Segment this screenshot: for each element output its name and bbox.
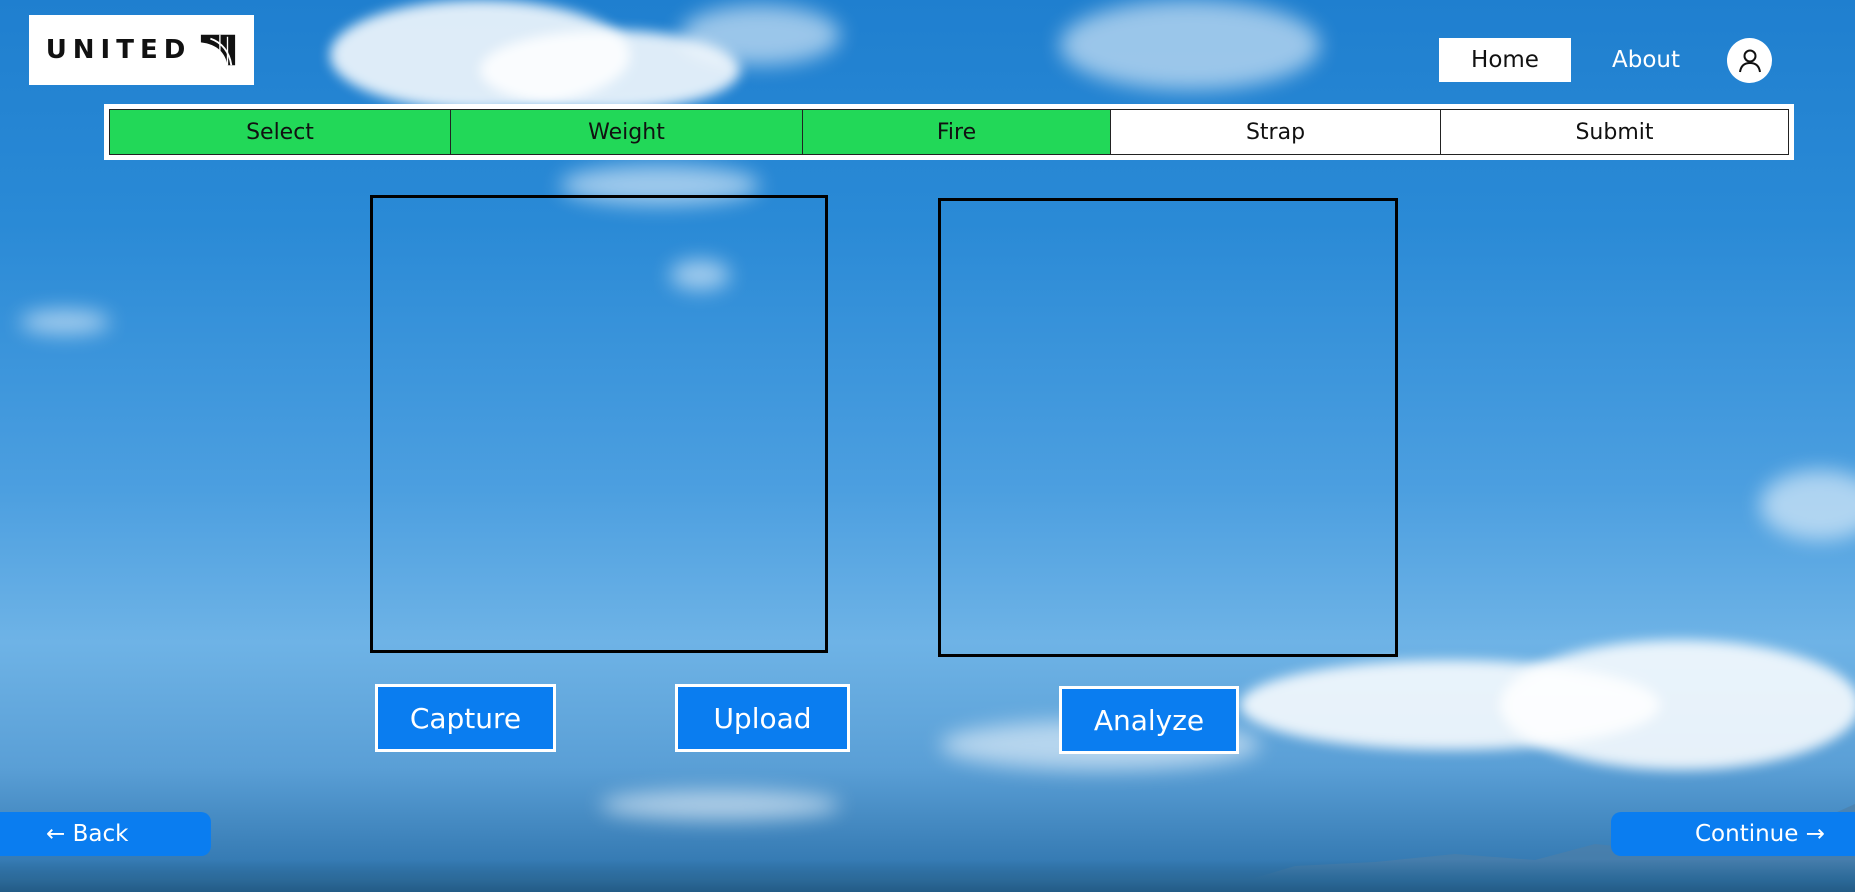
step-fire: Fire <box>803 110 1111 154</box>
horizon-decoration <box>0 860 1855 892</box>
analysis-result-frame <box>938 198 1398 657</box>
nav-home-link[interactable]: Home <box>1439 38 1571 82</box>
step-select: Select <box>110 110 451 154</box>
united-logo[interactable]: UNITED <box>29 15 254 85</box>
profile-button[interactable] <box>1727 38 1772 83</box>
step-weight: Weight <box>451 110 803 154</box>
cloud-decoration <box>680 5 840 65</box>
captured-image-frame <box>370 195 828 653</box>
capture-button[interactable]: Capture <box>375 684 556 752</box>
user-icon <box>1738 49 1761 72</box>
cloud-decoration <box>600 790 840 820</box>
cloud-decoration <box>1760 470 1855 540</box>
page-background: UNITED Home About Select Weight Fire Str… <box>0 0 1855 892</box>
continue-button[interactable]: Continue → <box>1611 812 1855 856</box>
step-strap: Strap <box>1111 110 1441 154</box>
step-submit: Submit <box>1441 110 1788 154</box>
cloud-decoration <box>20 310 110 334</box>
back-button[interactable]: ← Back <box>0 812 211 856</box>
upload-button[interactable]: Upload <box>675 684 850 752</box>
cloud-decoration <box>1500 640 1855 770</box>
progress-steps-track: Select Weight Fire Strap Submit <box>109 109 1789 155</box>
cloud-decoration <box>1060 0 1320 90</box>
logo-text: UNITED <box>45 35 192 65</box>
united-globe-icon <box>199 31 238 69</box>
nav-about-link[interactable]: About <box>1600 38 1692 82</box>
progress-steps: Select Weight Fire Strap Submit <box>104 104 1794 160</box>
analyze-button[interactable]: Analyze <box>1059 686 1239 754</box>
